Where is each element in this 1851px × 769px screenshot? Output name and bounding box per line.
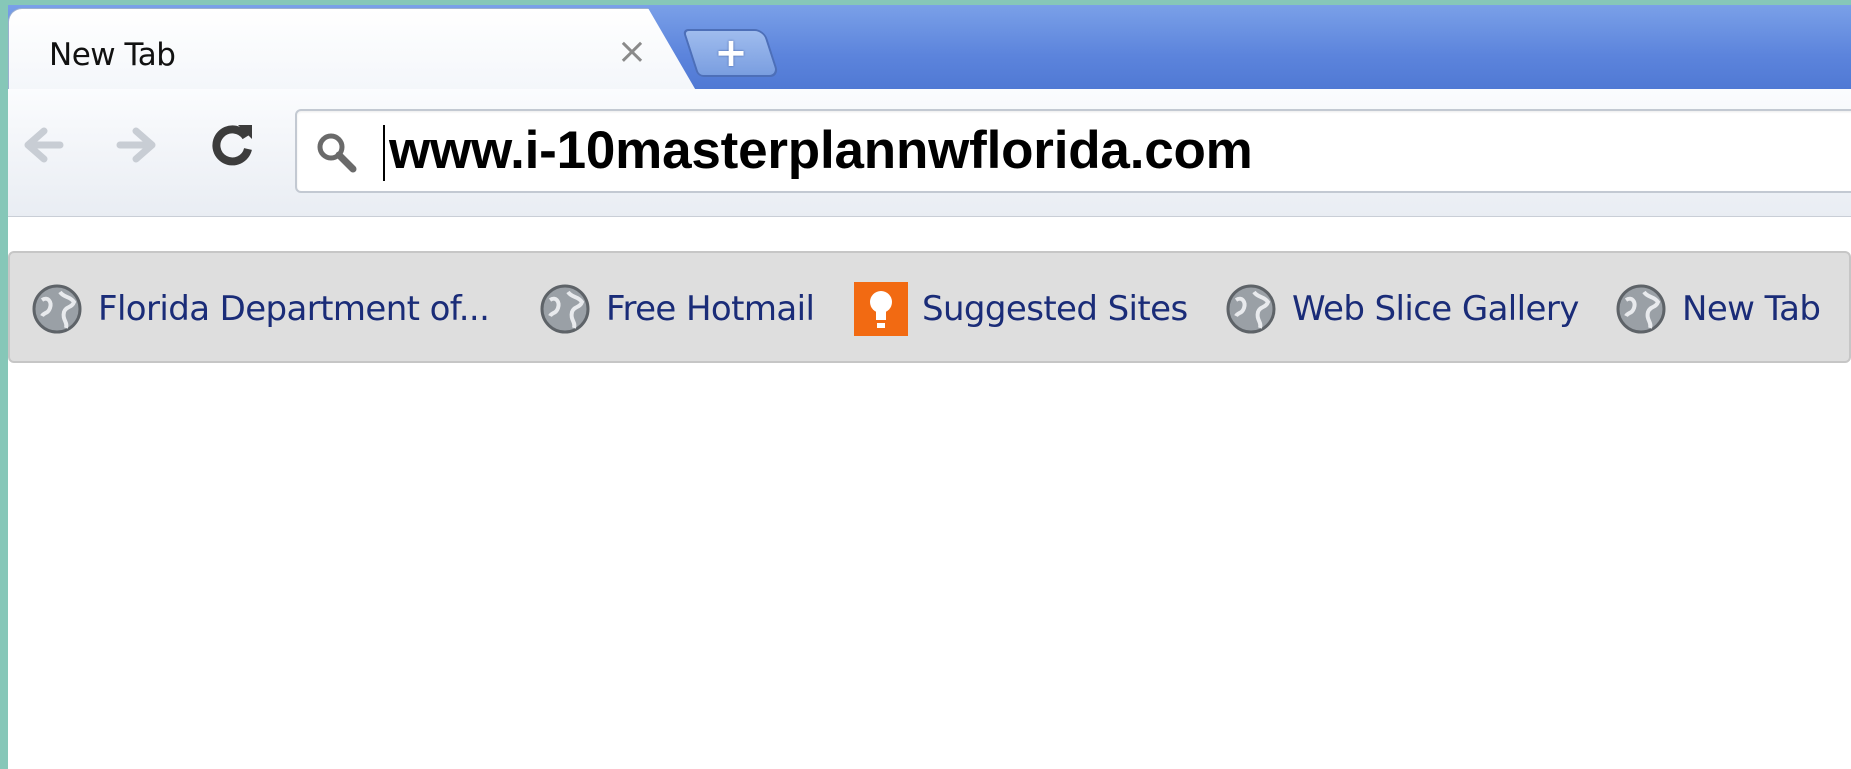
- bookmark-label: Suggested Sites: [922, 289, 1188, 329]
- bookmark-new-tab[interactable]: New Tab: [1614, 279, 1821, 339]
- globe-icon: [32, 284, 82, 334]
- bookmark-web-slice-gallery[interactable]: Web Slice Gallery: [1224, 279, 1579, 339]
- new-tab-button[interactable]: +: [682, 29, 780, 77]
- close-tab-icon[interactable]: ×: [615, 34, 649, 70]
- search-icon: [317, 133, 357, 173]
- forward-arrow-icon[interactable]: [110, 117, 166, 173]
- bookmark-florida-department[interactable]: Florida Department of...: [30, 279, 490, 339]
- lightbulb-icon: [854, 282, 908, 336]
- globe-icon: [1226, 284, 1276, 334]
- tab-title: New Tab: [49, 37, 176, 73]
- bookmarks-bar: Florida Department of... Free Hotmail Su…: [8, 251, 1851, 363]
- bookmark-label: Free Hotmail: [606, 289, 815, 329]
- bookmark-label: New Tab: [1682, 289, 1821, 329]
- text-cursor: [383, 125, 385, 181]
- plus-icon: +: [714, 30, 748, 76]
- bookmark-label: Web Slice Gallery: [1292, 289, 1579, 329]
- url-text: www.i-10masterplannwflorida.com: [389, 121, 1253, 180]
- address-bar[interactable]: www.i-10masterplannwflorida.com: [295, 109, 1851, 193]
- back-arrow-icon[interactable]: [14, 117, 70, 173]
- bookmark-label: Florida Department of...: [98, 289, 490, 329]
- bookmark-suggested-sites[interactable]: Suggested Sites: [854, 279, 1188, 339]
- navigation-toolbar: www.i-10masterplannwflorida.com: [8, 89, 1851, 217]
- globe-icon: [1616, 284, 1666, 334]
- tab-strip: New Tab × +: [8, 5, 1851, 94]
- globe-icon: [540, 284, 590, 334]
- reload-icon[interactable]: [204, 117, 260, 173]
- bookmark-free-hotmail[interactable]: Free Hotmail: [538, 279, 815, 339]
- tab-new-tab[interactable]: New Tab ×: [8, 8, 698, 94]
- browser-window: New Tab × + www.i-10masterplannwflorida.…: [8, 5, 1851, 769]
